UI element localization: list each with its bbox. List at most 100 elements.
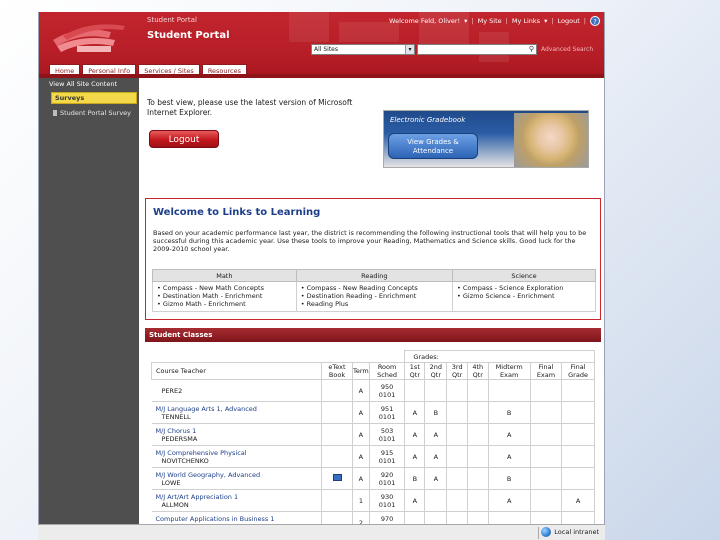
- table-row: M/J Comprehensive Physical NOVITCHENKO A 9…: [151, 445, 595, 468]
- tool-link[interactable]: Reading Plus: [301, 300, 448, 308]
- teacher-name: NOVITCHENKO: [161, 456, 209, 465]
- grade-cell: [446, 445, 468, 468]
- classes-body: PERE2 A 950 0101 M/J Language Arts 1, Advan…: [151, 379, 595, 534]
- etext-book-icon[interactable]: [332, 474, 342, 481]
- advanced-search-link[interactable]: Advanced Search: [541, 46, 593, 53]
- course-link[interactable]: M/J Language Arts 1, Advanced: [156, 405, 257, 413]
- help-icon[interactable]: ?: [590, 16, 600, 26]
- grade-cell: A: [424, 423, 448, 446]
- search-scope-select[interactable]: All Sites ▾: [311, 44, 415, 55]
- grade-cell: [561, 423, 595, 446]
- grade-cell: A: [488, 445, 531, 468]
- term-cell: A: [352, 445, 370, 468]
- main-content: To best view, please use the latest vers…: [139, 78, 604, 540]
- grade-cell: [404, 379, 426, 402]
- tool-link[interactable]: Destination Math - Enrichment: [157, 292, 292, 300]
- grade-cell: [467, 467, 489, 490]
- left-sidebar: View All Site Content Surveys Student Po…: [39, 78, 139, 540]
- logout-button[interactable]: Logout: [149, 130, 219, 148]
- teacher-name: TENNELL: [161, 412, 191, 421]
- tools-column-science: Science: [451, 269, 597, 282]
- view-all-site-content-link[interactable]: View All Site Content: [49, 80, 137, 88]
- welcome-text: Based on your academic performance last …: [153, 229, 587, 253]
- chevron-down-icon[interactable]: ▾: [544, 17, 547, 25]
- column-header: eText Book: [321, 362, 353, 380]
- column-header: 1st Qtr: [404, 362, 426, 380]
- table-row: PERE2 A 950 0101: [151, 379, 595, 402]
- tool-link[interactable]: Compass - Science Exploration: [457, 284, 591, 292]
- schedule-code: 0101: [378, 456, 396, 465]
- table-row: M/J Chorus 1 PEDERSMA A 503 0101 A A A: [151, 423, 595, 446]
- tool-link[interactable]: Compass - New Math Concepts: [157, 284, 292, 292]
- column-header: Final Exam: [529, 362, 563, 380]
- column-header: 3rd Qtr: [446, 362, 468, 380]
- grade-cell: [446, 489, 468, 512]
- grade-cell: A: [404, 423, 426, 446]
- status-bar: Local intranet: [38, 524, 605, 540]
- course-link[interactable]: M/J Comprehensive Physical: [156, 449, 247, 457]
- table-row: M/J Language Arts 1, Advanced TENNELL A 95…: [151, 401, 595, 424]
- grade-cell: [446, 467, 468, 490]
- portal-subtitle: Student Portal: [147, 16, 197, 24]
- column-header: 2nd Qtr: [424, 362, 448, 380]
- room-number: 920: [380, 470, 394, 479]
- course-link[interactable]: M/J Chorus 1: [156, 427, 197, 435]
- schedule-code: 0101: [378, 390, 396, 399]
- schedule-code: 0101: [378, 434, 396, 443]
- grade-cell: A: [404, 445, 426, 468]
- grade-cell: [467, 423, 489, 446]
- term-cell: A: [352, 423, 370, 446]
- chevron-down-icon[interactable]: ▾: [464, 17, 467, 25]
- security-zone-label: Local intranet: [554, 528, 599, 536]
- grade-cell: [446, 379, 468, 402]
- grade-cell: [488, 379, 531, 402]
- grade-cell: A: [424, 467, 448, 490]
- grade-cell: [446, 401, 468, 424]
- room-number: 930: [380, 492, 394, 501]
- tool-link[interactable]: Gizmo Math - Enrichment: [157, 300, 292, 308]
- grade-cell: [561, 401, 595, 424]
- my-links-link[interactable]: My Links: [512, 17, 540, 25]
- search-icon[interactable]: ⚲: [527, 45, 536, 54]
- my-site-link[interactable]: My Site: [478, 17, 502, 25]
- course-link[interactable]: M/J Art/Art Appreciation 1: [156, 493, 239, 501]
- grades-label: Grades:: [404, 350, 595, 363]
- grade-cell: B: [488, 401, 531, 424]
- tool-link[interactable]: Destination Reading - Enrichment: [301, 292, 448, 300]
- student-classes-header: Student Classes: [145, 328, 601, 342]
- grade-cell: [530, 379, 563, 402]
- column-header: Term: [352, 362, 370, 380]
- search-input[interactable]: [417, 44, 537, 55]
- security-zone: Local intranet: [541, 527, 599, 537]
- grade-cell: [446, 423, 468, 446]
- welcome-user-menu[interactable]: Welcome Feld, Oliver!: [389, 17, 460, 25]
- grade-cell: A: [404, 489, 426, 512]
- tool-link[interactable]: Gizmo Science - Enrichment: [457, 292, 591, 300]
- sidebar-surveys-header[interactable]: Surveys: [51, 92, 137, 104]
- grade-cell: [561, 445, 595, 468]
- term-cell: A: [352, 401, 370, 424]
- grade-cell: B: [488, 467, 531, 490]
- grade-cell: [467, 489, 489, 512]
- header-logout-link[interactable]: Logout: [558, 17, 580, 25]
- grade-cell: A: [404, 401, 426, 424]
- tool-link[interactable]: Compass - New Reading Concepts: [301, 284, 448, 292]
- view-grades-button[interactable]: View Grades & Attendance: [388, 133, 478, 159]
- chevron-down-icon[interactable]: ▾: [405, 45, 414, 54]
- teacher-name: LOWE: [161, 478, 181, 487]
- sidebar-item-student-portal-survey[interactable]: Student Portal Survey: [53, 109, 131, 117]
- list-bullet-icon: [53, 110, 57, 116]
- portal-logo-icon: [53, 24, 125, 52]
- grade-cell: B: [424, 401, 448, 424]
- course-link[interactable]: Computer Applications in Business 1: [156, 515, 275, 523]
- schedule-code: 0101: [378, 500, 396, 509]
- search-scope-value: All Sites: [314, 46, 338, 53]
- room-number: 970: [380, 514, 394, 523]
- room-number: 915: [380, 448, 394, 457]
- globe-icon: [541, 527, 552, 537]
- gradebook-banner[interactable]: Electronic Gradebook View Grades & Atten…: [383, 110, 589, 168]
- room-number: 503: [380, 426, 394, 435]
- course-link[interactable]: M/J World Geography, Advanced: [156, 471, 261, 479]
- student-classes-table: Grades: Course Teacher eText Book Term R…: [151, 350, 595, 534]
- column-header: Midterm Exam: [487, 362, 531, 380]
